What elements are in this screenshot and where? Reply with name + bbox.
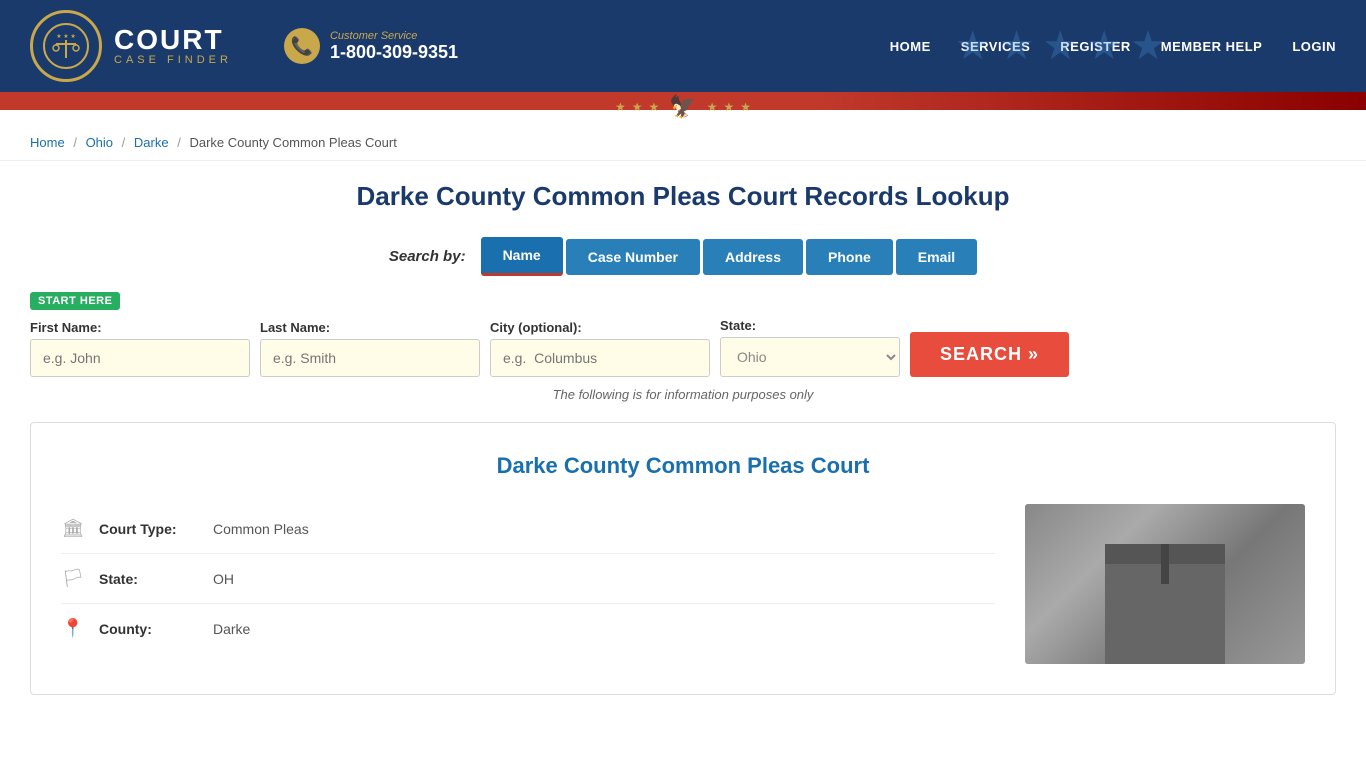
building-icon: 🏛 [61,518,85,539]
logo-text: COURT CASE FINDER [114,26,232,66]
court-info-county: 📍 County: Darke [61,604,995,653]
star-6: ★ [740,100,751,114]
breadcrumb-current: Darke County Common Pleas Court [189,135,396,150]
search-by-row: Search by: Name Case Number Address Phon… [30,237,1336,276]
form-row: First Name: Last Name: City (optional): … [30,318,1336,377]
court-card-body: 🏛 Court Type: Common Pleas 🏳 State: OH 📍… [61,504,1305,664]
flag-icon: 🏳 [61,568,85,589]
nav-login[interactable]: LOGIN [1292,39,1336,54]
first-name-label: First Name: [30,320,250,335]
court-image-placeholder [1025,504,1305,664]
county-value: Darke [213,621,250,637]
start-here-badge: START HERE [30,292,120,310]
state-value: OH [213,571,234,587]
breadcrumb-darke[interactable]: Darke [134,135,169,150]
header-stars-bg: ★ ★ ★ ★ ★ [955,0,1166,92]
nav-home[interactable]: HOME [890,39,931,54]
county-label: County: [99,621,199,637]
tab-email[interactable]: Email [896,239,977,275]
phone-number: 1-800-309-9351 [330,42,458,62]
search-by-label: Search by: [389,248,466,265]
logo-court-text: COURT [114,26,232,54]
phone-area: 📞 Customer Service 1-800-309-9351 [284,28,458,64]
last-name-input[interactable] [260,339,480,377]
court-card: Darke County Common Pleas Court 🏛 Court … [30,422,1336,695]
tab-name[interactable]: Name [481,237,563,276]
logo-circle: ★ ★ ★ [30,10,102,82]
page-title: Darke County Common Pleas Court Records … [30,181,1336,212]
breadcrumb: Home / Ohio / Darke / Darke County Commo… [0,125,1366,161]
eagle-icon: 🦅 [669,94,696,120]
first-name-group: First Name: [30,320,250,377]
customer-service-label: Customer Service [330,30,458,42]
breadcrumb-ohio[interactable]: Ohio [86,135,113,150]
logo-area: ★ ★ ★ COURT CASE FINDER 📞 Customer Servi… [30,10,458,82]
court-image [1025,504,1305,664]
state-group: State: Ohio Alabama Alaska Arizona Calif… [720,318,900,377]
state-select[interactable]: Ohio Alabama Alaska Arizona California F… [720,337,900,377]
phone-icon: 📞 [284,28,320,64]
red-banner: ★ ★ ★ 🦅 ★ ★ ★ [0,92,1366,110]
info-note: The following is for information purpose… [30,387,1336,402]
last-name-group: Last Name: [260,320,480,377]
eagle-banner: ★ ★ ★ 🦅 ★ ★ ★ [615,94,751,120]
star-4: ★ [707,100,718,114]
star-3: ★ [649,100,660,114]
state-label: State: [720,318,900,333]
court-info-type: 🏛 Court Type: Common Pleas [61,504,995,554]
court-type-label: Court Type: [99,521,199,537]
court-info-state: 🏳 State: OH [61,554,995,604]
star-2: ★ [632,100,643,114]
last-name-label: Last Name: [260,320,480,335]
map-icon: 📍 [61,618,85,639]
eagle-stars-right: ★ ★ ★ [707,100,751,114]
breadcrumb-sep-3: / [177,135,181,150]
star-5: ★ [723,100,734,114]
svg-text:★ ★ ★: ★ ★ ★ [56,33,75,40]
first-name-input[interactable] [30,339,250,377]
search-button[interactable]: SEARCH » [910,332,1069,377]
state-label-card: State: [99,571,199,587]
header: ★ ★ ★ COURT CASE FINDER 📞 Customer Servi… [0,0,1366,92]
city-input[interactable] [490,339,710,377]
tab-address[interactable]: Address [703,239,803,275]
tab-phone[interactable]: Phone [806,239,893,275]
star-1: ★ [615,100,626,114]
phone-text: Customer Service 1-800-309-9351 [330,30,458,63]
tab-case-number[interactable]: Case Number [566,239,700,275]
breadcrumb-sep-1: / [73,135,77,150]
eagle-stars-left: ★ ★ ★ [615,100,659,114]
main-content: Darke County Common Pleas Court Records … [0,161,1366,715]
city-group: City (optional): [490,320,710,377]
city-label: City (optional): [490,320,710,335]
logo-case-finder-text: CASE FINDER [114,54,232,66]
court-info-list: 🏛 Court Type: Common Pleas 🏳 State: OH 📍… [61,504,995,653]
search-form-area: START HERE First Name: Last Name: City (… [30,291,1336,377]
breadcrumb-sep-2: / [122,135,126,150]
court-card-title: Darke County Common Pleas Court [61,453,1305,479]
court-type-value: Common Pleas [213,521,309,537]
nav-member-help[interactable]: MEMBER HELP [1161,39,1263,54]
breadcrumb-home[interactable]: Home [30,135,65,150]
